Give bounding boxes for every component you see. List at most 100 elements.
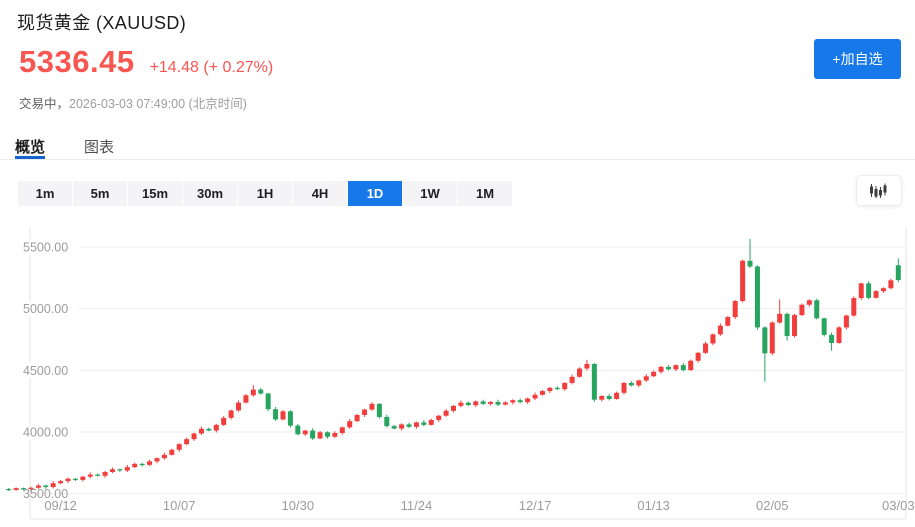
candle — [777, 314, 782, 323]
candle — [280, 411, 285, 419]
x-axis-label: 02/05 — [756, 498, 789, 513]
timeframe-30m[interactable]: 30m — [183, 181, 237, 206]
candle — [14, 488, 19, 490]
candle — [243, 395, 248, 402]
candle — [651, 372, 656, 376]
candle — [896, 265, 901, 280]
y-axis-label: 5000.00 — [23, 302, 68, 316]
candle — [154, 458, 159, 461]
candle — [473, 401, 478, 405]
candle — [851, 298, 856, 316]
candle — [555, 388, 560, 389]
candle — [6, 489, 11, 490]
candle — [355, 415, 360, 421]
candle — [584, 364, 589, 369]
tab-overview[interactable]: 概览 — [15, 130, 45, 159]
timeframe-1h[interactable]: 1H — [238, 181, 292, 206]
candle — [236, 403, 241, 411]
x-axis-label: 09/12 — [44, 498, 77, 513]
candle — [266, 394, 271, 410]
candle — [829, 335, 834, 343]
candle — [125, 467, 130, 470]
candle — [421, 422, 426, 424]
candle — [384, 417, 389, 426]
candle — [681, 365, 686, 370]
candle — [748, 261, 753, 267]
timeframe-4h[interactable]: 4H — [293, 181, 347, 206]
timeframe-1w[interactable]: 1W — [403, 181, 457, 206]
candle — [703, 343, 708, 352]
candle — [718, 326, 723, 335]
price-row: 5336.45 +14.48 (+ 0.27%) — [19, 44, 273, 80]
candle — [888, 280, 893, 288]
candle — [229, 410, 234, 417]
candle — [844, 316, 849, 328]
candle — [799, 305, 804, 315]
tab-chart-label: 图表 — [84, 139, 114, 156]
candle — [310, 431, 315, 439]
candle — [814, 300, 819, 318]
candle — [495, 402, 500, 405]
candle — [688, 361, 693, 370]
candle — [525, 398, 530, 402]
candle — [881, 288, 886, 291]
candle — [73, 479, 78, 480]
timeframe-5m[interactable]: 5m — [73, 181, 127, 206]
candle — [792, 315, 797, 336]
candle — [221, 418, 226, 425]
candle — [770, 322, 775, 353]
candle — [540, 391, 545, 395]
candle — [377, 404, 382, 417]
timeframe-1m[interactable]: 1m — [18, 181, 72, 206]
price-change: +14.48 (+ 0.27%) — [150, 59, 274, 77]
candle — [214, 425, 219, 431]
candle — [503, 402, 508, 404]
candle — [733, 301, 738, 317]
candle — [80, 477, 85, 480]
y-axis-label: 5500.00 — [23, 241, 68, 255]
candle — [629, 383, 634, 385]
candle — [592, 364, 597, 400]
candle — [636, 380, 641, 385]
instrument-title: 现货黄金 (XAUUSD) — [17, 9, 186, 35]
candle — [95, 475, 100, 476]
candle — [340, 427, 345, 433]
x-axis-label: 03/03 — [882, 498, 915, 513]
candle — [533, 395, 538, 399]
quote-time: 2026-03-03 07:49:00 (北京时间) — [69, 97, 247, 111]
x-axis-label: 01/13 — [637, 498, 670, 513]
candle — [318, 432, 323, 438]
candle — [414, 422, 419, 426]
timeframe-1m-month[interactable]: 1M — [458, 181, 512, 206]
add-watchlist-button[interactable]: +加自选 — [814, 39, 901, 79]
price-chart[interactable]: 5500.005000.004500.004000.003500.0009/12… — [0, 227, 915, 527]
candle — [622, 383, 627, 393]
timeframe-15m[interactable]: 15m — [128, 181, 182, 206]
candle — [110, 469, 115, 472]
candlestick-chart: 5500.005000.004500.004000.003500.0009/12… — [0, 227, 915, 527]
candle — [399, 424, 404, 428]
candle — [458, 403, 463, 406]
candle — [392, 426, 397, 428]
candle — [547, 388, 552, 391]
candle — [325, 432, 330, 436]
candle — [140, 464, 145, 465]
candle — [562, 383, 567, 389]
candle — [466, 403, 471, 405]
candle — [184, 439, 189, 444]
chart-type-button[interactable] — [856, 175, 902, 206]
candle — [192, 434, 197, 440]
timeframe-1d[interactable]: 1D — [348, 181, 402, 206]
active-tab-underline — [15, 156, 45, 159]
candle — [362, 410, 367, 415]
candle — [347, 421, 352, 427]
candle — [607, 396, 612, 399]
candle — [481, 401, 486, 403]
timeframe-selector: 1m 5m 15m 30m 1H 4H 1D 1W 1M — [18, 181, 512, 206]
candle — [710, 334, 715, 343]
candle — [614, 393, 619, 399]
candle — [836, 327, 841, 343]
tab-chart[interactable]: 图表 — [84, 130, 114, 159]
candle — [510, 400, 515, 402]
candle — [488, 402, 493, 404]
